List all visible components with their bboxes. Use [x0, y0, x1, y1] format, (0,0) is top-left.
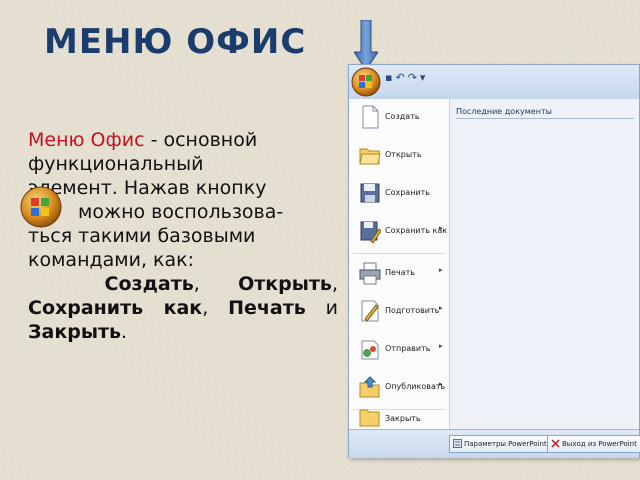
options-icon [453, 439, 462, 448]
printer-icon [359, 262, 381, 285]
open-folder-icon [359, 148, 381, 165]
menu-item-label: Подготовить [385, 306, 440, 315]
redo-icon[interactable]: ↷ [408, 71, 417, 84]
menu-item-label: Сохранить [385, 188, 430, 197]
menu-item-label: Открыть [385, 150, 422, 159]
quick-access-toolbar: ▪ ↶ ↷ ▾ [349, 65, 639, 100]
menu-item-save[interactable]: Сохранить [349, 175, 449, 213]
text-line: элемент. Нажав кнопку [28, 177, 267, 199]
options-label: Параметры PowerPoint [464, 440, 547, 448]
menu-item-label: Отправить [385, 344, 431, 353]
command-close: Закрыть [28, 321, 122, 343]
text-punct: , [193, 273, 239, 295]
description-paragraph-1: Меню Офис - основной функциональный элем… [28, 128, 338, 272]
text-line: можно воспользова- [78, 201, 284, 223]
menu-commands: Создать Открыть Сохранить Сохранить как … [349, 99, 450, 429]
command-save-as: Сохранить как [28, 297, 203, 319]
menu-item-prepare[interactable]: Подготовить ▸ [349, 293, 449, 331]
menu-item-label: Создать [385, 112, 420, 121]
text-line: ться такими базовыми [28, 225, 256, 247]
description-text: Меню Офис - основной функциональный элем… [28, 128, 338, 344]
menu-separator [353, 253, 445, 254]
command-create: Создать [104, 273, 194, 295]
submenu-arrow-icon: ▸ [439, 224, 443, 232]
office-button-icon [20, 186, 62, 228]
command-open: Открыть [238, 273, 332, 295]
down-arrow-icon [354, 20, 378, 70]
text-line: функциональный [28, 153, 204, 175]
text-punct: , [331, 273, 338, 295]
powerpoint-options-button[interactable]: Параметры PowerPoint [449, 435, 551, 453]
send-icon [361, 340, 379, 360]
qat-dropdown-icon[interactable]: ▾ [420, 71, 426, 84]
save-as-icon [360, 221, 381, 243]
new-document-icon [362, 105, 379, 129]
menu-item-label: Закрыть [385, 414, 421, 423]
recent-documents-title: Последние документы [456, 107, 634, 119]
menu-item-close[interactable]: Закрыть [349, 409, 449, 429]
submenu-arrow-icon: ▸ [439, 304, 443, 312]
command-print: Печать [228, 297, 306, 319]
submenu-arrow-icon: ▸ [439, 266, 443, 274]
office-menu-window: ▪ ↶ ↷ ▾ Создать Открыть Сохранить Сохранить… [348, 64, 640, 458]
qat-icons: ▪ ↶ ↷ ▾ [385, 71, 428, 84]
menu-item-print[interactable]: Печать ▸ [349, 255, 449, 293]
text-line: - основной [144, 129, 258, 151]
text-line: командами, как: [28, 249, 195, 271]
undo-icon[interactable]: ↶ [395, 71, 404, 84]
text-and: и [305, 297, 338, 319]
menu-bottom-bar: Параметры PowerPoint Выход из PowerPoint [349, 429, 640, 458]
menu-item-label: Опубликовать [385, 382, 446, 391]
save-icon[interactable]: ▪ [385, 71, 392, 84]
menu-item-label: Сохранить как [385, 226, 448, 235]
menu-item-open[interactable]: Открыть [349, 137, 449, 175]
text-punct: . [121, 321, 128, 343]
prepare-icon [361, 300, 379, 322]
submenu-arrow-icon: ▸ [439, 342, 443, 350]
menu-item-send[interactable]: Отправить ▸ [349, 331, 449, 369]
menu-item-save-as[interactable]: Сохранить как ▸ [349, 213, 449, 251]
exit-powerpoint-button[interactable]: Выход из PowerPoint [547, 435, 640, 453]
description-paragraph-2: Создать, Открыть, Сохранить как, Печать … [28, 272, 338, 344]
recent-documents-panel: Последние документы [450, 99, 639, 429]
text-punct: , [202, 297, 209, 319]
save-floppy-icon [360, 183, 380, 203]
slide-title: МЕНЮ ОФИС [44, 22, 307, 62]
menu-item-create[interactable]: Создать [349, 99, 449, 137]
menu-item-label: Печать [385, 268, 415, 277]
office-menu-term: Меню Офис [28, 129, 145, 151]
close-folder-icon [359, 409, 380, 427]
office-button[interactable] [351, 67, 381, 97]
exit-label: Выход из PowerPoint [562, 440, 637, 448]
exit-icon [551, 439, 560, 448]
submenu-arrow-icon: ▸ [439, 380, 443, 388]
